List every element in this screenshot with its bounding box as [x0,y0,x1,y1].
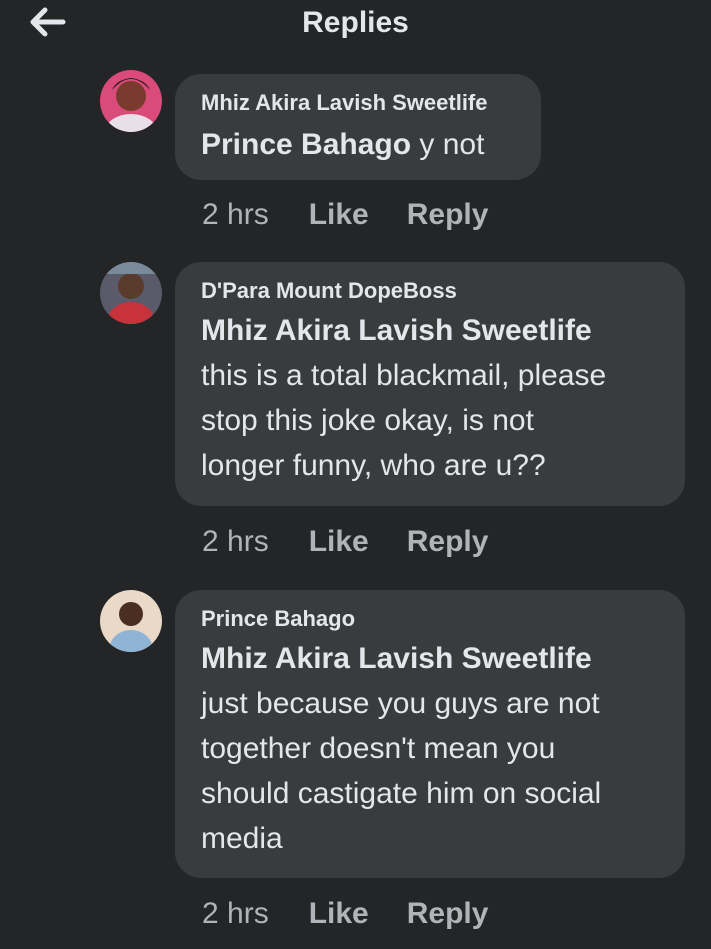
like-button[interactable]: Like [309,896,369,932]
top-bar: Replies [0,0,711,50]
mention-link[interactable]: Prince Bahago [201,128,411,161]
comment-author[interactable]: D'Para Mount DopeBoss [201,276,659,306]
reply-button[interactable]: Reply [407,197,489,233]
comment-line: media [201,822,283,855]
reply-button[interactable]: Reply [407,896,489,932]
comment-line: stop this joke okay, is not [201,404,534,437]
page-title: Replies [302,6,409,39]
comment-bubble[interactable]: Mhiz Akira Lavish Sweetlife Prince Bahag… [175,74,541,180]
comment-line: longer funny, who are u?? [201,449,546,482]
comment-actions: 2 hrs Like Reply [202,197,526,233]
comment-line: together doesn't mean you [201,732,556,765]
comment-bubble[interactable]: D'Para Mount DopeBoss Mhiz Akira Lavish … [175,262,685,506]
timestamp: 2 hrs [202,198,269,231]
comment-bubble[interactable]: Prince Bahago Mhiz Akira Lavish Sweetlif… [175,590,685,878]
mention-link[interactable]: Mhiz Akira Lavish Sweetlife [201,308,659,353]
comment-text: Mhiz Akira Lavish Sweetlife this is a to… [201,308,659,488]
comment-actions: 2 hrs Like Reply [202,896,526,932]
avatar[interactable] [100,70,162,132]
timestamp: 2 hrs [202,525,269,558]
avatar[interactable] [100,262,162,324]
comment-author[interactable]: Mhiz Akira Lavish Sweetlife [201,88,515,118]
comment-text: Mhiz Akira Lavish Sweetlife just because… [201,636,659,861]
comment-text: Prince Bahago y not [201,122,515,167]
comment-author[interactable]: Prince Bahago [201,604,659,634]
comment-line: this is a total blackmail, please [201,359,607,392]
avatar[interactable] [100,590,162,652]
comment-actions: 2 hrs Like Reply [202,524,526,560]
timestamp: 2 hrs [202,897,269,930]
comment-line: just because you guys are not [201,687,600,720]
comment-line: should castigate him on social [201,777,602,810]
reply-button[interactable]: Reply [407,524,489,560]
like-button[interactable]: Like [309,197,369,233]
like-button[interactable]: Like [309,524,369,560]
mention-link[interactable]: Mhiz Akira Lavish Sweetlife [201,636,659,681]
comment-line: y not [419,128,485,161]
